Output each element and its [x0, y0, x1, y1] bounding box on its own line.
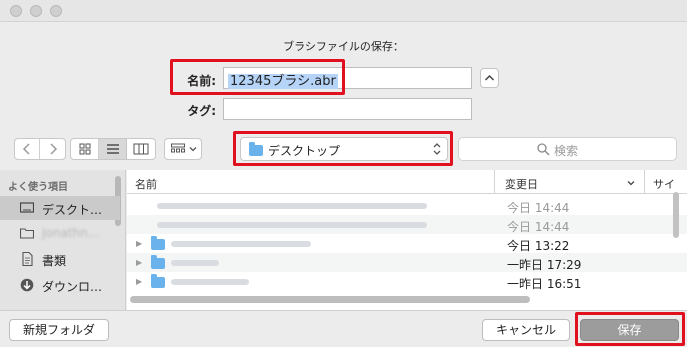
close-window-button[interactable] — [10, 5, 22, 17]
disclosure-triangle-icon[interactable]: ▶ — [136, 258, 142, 267]
list-icon — [106, 144, 119, 154]
back-forward-group — [14, 138, 66, 160]
disclosure-triangle-icon[interactable]: ▶ — [136, 239, 142, 248]
search-placeholder: 検索 — [554, 144, 579, 158]
file-date: 今日 13:22 — [507, 239, 570, 253]
vertical-scrollbar[interactable] — [673, 192, 679, 238]
chevron-down-icon — [189, 147, 197, 152]
file-date: 一昨日 16:51 — [507, 277, 582, 291]
list-item[interactable]: ▶ 今日 13:22 — [127, 234, 687, 253]
chevron-right-icon — [49, 143, 57, 155]
location-popup[interactable]: デスクトップ — [240, 137, 448, 161]
updown-chevron-icon — [433, 143, 441, 155]
list-view-button[interactable] — [99, 139, 127, 159]
folder-icon — [20, 228, 34, 239]
file-list: 名前 変更日 サイ 今日 14:44 今日 14:44 ▶ 今日 13:22 ▶… — [127, 170, 687, 310]
zoom-window-button[interactable] — [50, 5, 62, 17]
chevron-left-icon — [22, 143, 30, 155]
horizontal-scrollbar[interactable] — [130, 296, 530, 303]
folder-icon — [249, 142, 263, 156]
folder-icon — [151, 255, 165, 269]
name-label: 名前: — [187, 74, 216, 88]
arrange-button[interactable] — [164, 138, 202, 160]
redacted-filename — [171, 279, 249, 285]
chevron-up-icon — [484, 74, 495, 81]
list-item[interactable]: 今日 14:44 — [127, 196, 687, 215]
dialog-title: ブラシファイルの保存： — [283, 40, 404, 53]
redacted-filename — [157, 203, 427, 209]
window-titlebar — [0, 0, 687, 22]
tag-label: タグ: — [187, 104, 216, 118]
minimize-window-button[interactable] — [30, 5, 42, 17]
search-field[interactable]: 検索 — [458, 137, 677, 161]
grid-icon — [79, 143, 90, 155]
tag-field[interactable] — [223, 98, 472, 120]
column-view-button[interactable] — [127, 139, 155, 159]
list-item[interactable]: ▶ 一昨日 16:51 — [127, 272, 687, 291]
desktop-icon — [20, 202, 34, 213]
file-date: 今日 14:44 — [507, 201, 570, 215]
back-button[interactable] — [15, 139, 40, 159]
save-button[interactable]: 保存 — [580, 319, 679, 341]
sort-chevron-down-icon — [627, 181, 635, 186]
disclosure-triangle-icon[interactable]: ▶ — [136, 277, 142, 286]
sidebar-item-label: 書類 — [42, 254, 67, 268]
search-icon — [537, 143, 550, 156]
columns-icon — [133, 143, 149, 155]
sidebar-item-label: Jonathn… — [42, 226, 100, 240]
sidebar: よく使う項目 デスクト… Jonathn… 書類 ダウンロ… — [0, 170, 126, 310]
list-item[interactable]: ▶ 一昨日 17:29 — [127, 253, 687, 272]
sidebar-item-downloads[interactable]: ダウンロ… — [0, 273, 120, 297]
file-date: 今日 14:44 — [507, 220, 570, 234]
column-header-name[interactable]: 名前 — [127, 170, 495, 194]
sidebar-header: よく使う項目 — [8, 182, 68, 193]
column-header-date[interactable]: 変更日 — [495, 170, 645, 194]
redacted-filename — [171, 241, 311, 247]
icon-view-button[interactable] — [71, 139, 99, 159]
arrange-grid-icon — [171, 143, 185, 153]
new-folder-button[interactable]: 新規フォルダ — [9, 319, 109, 341]
sidebar-item-home[interactable]: Jonathn… — [0, 221, 120, 245]
view-mode-group — [70, 138, 156, 160]
redacted-filename — [171, 260, 219, 266]
cancel-button[interactable]: キャンセル — [482, 319, 570, 341]
forward-button[interactable] — [40, 139, 65, 159]
location-label: デスクトップ — [268, 144, 341, 158]
file-date: 一昨日 17:29 — [507, 258, 582, 272]
sidebar-item-label: ダウンロ… — [42, 280, 103, 294]
expand-dialog-button[interactable] — [480, 68, 499, 88]
redacted-filename — [157, 222, 427, 228]
filename-field[interactable]: 12345ブラシ.abr — [223, 67, 472, 89]
list-item[interactable]: 今日 14:44 — [127, 215, 687, 234]
sidebar-item-label: デスクト… — [42, 203, 103, 217]
document-icon — [22, 252, 33, 266]
sidebar-item-documents[interactable]: 書類 — [0, 247, 120, 271]
column-header-size[interactable]: サイ — [645, 170, 687, 194]
folder-icon — [151, 236, 165, 250]
folder-icon — [151, 274, 165, 288]
sidebar-item-desktop[interactable]: デスクト… — [0, 196, 120, 220]
dialog-footer: 新規フォルダ キャンセル 保存 — [0, 310, 687, 347]
download-icon — [20, 278, 34, 292]
filename-value: 12345ブラシ.abr — [228, 74, 338, 89]
